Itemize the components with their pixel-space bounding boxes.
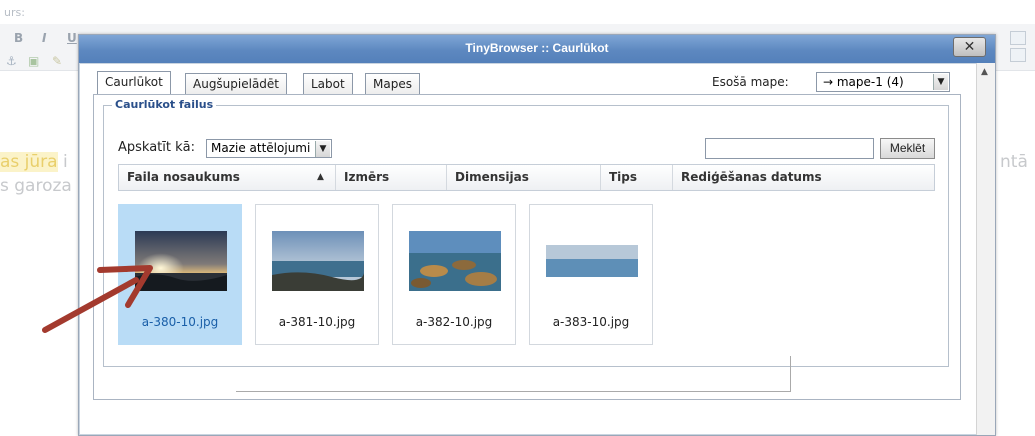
thumbnail-image — [409, 231, 501, 291]
italic-button[interactable]: I — [42, 31, 46, 45]
view-as-select[interactable]: Mazie attēlojumi ▼ — [206, 139, 332, 158]
chevron-down-icon[interactable]: ▼ — [933, 74, 948, 90]
view-as-label: Apskatīt kā: — [118, 140, 195, 155]
tab-upload[interactable]: Augšupielādēt — [185, 73, 288, 95]
browse-panel: Caurlūkot failus Apskatīt kā: Mazie attē… — [93, 94, 961, 400]
tab-edit[interactable]: Labot — [303, 73, 353, 95]
background-text-line1: as jūra i — [0, 152, 68, 172]
file-name: a-382-10.jpg — [415, 315, 493, 329]
browse-legend: Caurlūkot failus — [112, 98, 217, 111]
chevron-down-icon[interactable]: ▼ — [315, 141, 330, 157]
file-name: a-380-10.jpg — [141, 315, 219, 329]
file-name: a-381-10.jpg — [278, 315, 356, 329]
dialog-titlebar[interactable]: TinyBrowser :: Caurlūkot ✕ — [79, 35, 995, 63]
file-name: a-383-10.jpg — [552, 315, 630, 329]
file-thumbnail[interactable]: a-382-10.jpg — [392, 204, 516, 345]
vertical-scrollbar[interactable]: ▲ — [976, 63, 995, 435]
search-button[interactable]: Meklēt — [880, 138, 935, 159]
thumbnail-image — [135, 231, 227, 291]
background-label: urs: — [4, 6, 25, 19]
thumbnail-image — [272, 231, 364, 291]
tinybrowser-dialog: TinyBrowser :: Caurlūkot ✕ ▲ Caurlūkot A… — [78, 34, 996, 436]
column-header-size[interactable]: Izmērs — [336, 165, 447, 190]
current-folder-value: → mape-1 (4) — [823, 75, 904, 89]
file-table-header: Faila nosaukums ▲ Izmērs Dimensijas Tips… — [118, 164, 935, 191]
background-right-icons — [1000, 28, 1035, 68]
column-header-date[interactable]: Rediģēšanas datums — [673, 165, 934, 190]
cleanup-icon[interactable]: ✎ — [52, 54, 62, 68]
bold-button[interactable]: B — [14, 31, 23, 45]
column-header-type[interactable]: Tips — [601, 165, 673, 190]
underline-button[interactable]: U — [67, 31, 77, 45]
file-thumbnail[interactable]: a-381-10.jpg — [255, 204, 379, 345]
background-text-line2: s garoza — [0, 176, 72, 196]
current-folder-select[interactable]: → mape-1 (4) ▼ — [816, 72, 950, 92]
background-text-right: ntā — [1000, 152, 1028, 172]
column-header-dimensions[interactable]: Dimensijas — [447, 165, 601, 190]
dialog-title: TinyBrowser :: Caurlūkot — [465, 41, 609, 55]
browse-fieldset: Caurlūkot failus Apskatīt kā: Mazie attē… — [103, 98, 949, 367]
close-icon: ✕ — [963, 39, 976, 55]
view-as-value: Mazie attēlojumi — [211, 141, 311, 155]
sort-ascending-icon: ▲ — [317, 172, 324, 182]
close-button[interactable]: ✕ — [953, 37, 986, 57]
thumbnail-image — [546, 245, 638, 277]
column-name-label: Faila nosaukums — [127, 170, 240, 184]
anchor-icon[interactable]: ⚓ — [6, 54, 17, 68]
tab-browse[interactable]: Caurlūkot — [97, 71, 171, 95]
column-header-name[interactable]: Faila nosaukums ▲ — [119, 165, 336, 190]
tab-folders[interactable]: Mapes — [365, 73, 420, 95]
scroll-up-icon[interactable]: ▲ — [981, 67, 988, 77]
image-icon[interactable]: ▣ — [28, 54, 39, 68]
footer-divider — [236, 356, 791, 392]
search-input[interactable] — [705, 138, 874, 159]
current-folder-label: Esošā mape: — [712, 75, 789, 89]
file-thumbnail[interactable]: a-383-10.jpg — [529, 204, 653, 345]
file-thumbnail[interactable]: a-380-10.jpg — [118, 204, 242, 345]
